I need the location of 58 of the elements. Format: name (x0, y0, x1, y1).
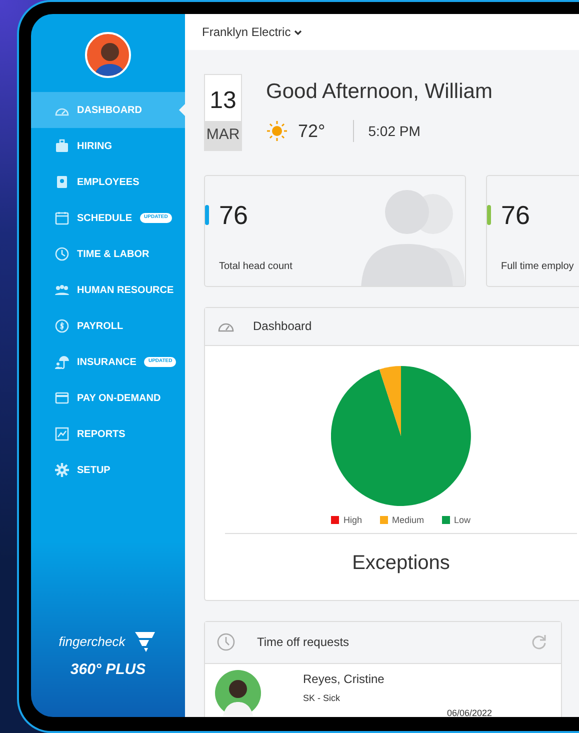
sidebar-item[interactable]: DASHBOARD (31, 92, 185, 128)
nav-label: HUMAN RESOURCE (77, 284, 174, 298)
nav-label: REPORTS (77, 428, 126, 442)
nav-label: DASHBOARD (77, 104, 142, 118)
temperature: 72° (298, 120, 326, 142)
panel-title: Dashboard (253, 318, 312, 335)
nav-icon (55, 211, 69, 225)
nav-icon (55, 427, 69, 441)
date-month: MAR (205, 121, 241, 150)
stat-label: Total head count (219, 260, 292, 272)
nav-icon (55, 175, 69, 189)
legend-label: Low (454, 514, 471, 526)
nav-label: SETUP (77, 464, 110, 478)
nav-icon (55, 355, 69, 369)
chart-caption: Exceptions (352, 552, 450, 574)
nav-icon (55, 463, 69, 477)
sidebar-item[interactable]: HIRING (31, 128, 185, 164)
nav-icon (55, 139, 69, 153)
date-day: 13 (205, 75, 241, 121)
refresh-icon[interactable] (531, 634, 547, 650)
sidebar-item[interactable]: EMPLOYEES (31, 164, 185, 200)
request-date: 06/06/2022 (447, 707, 492, 717)
sidebar-item[interactable]: SETUP (31, 452, 185, 488)
nav-icon (55, 283, 69, 297)
nav-label: PAY ON-DEMAND (77, 392, 161, 406)
sidebar-item[interactable]: HUMAN RESOURCE (31, 272, 185, 308)
stat-label: Full time employ (501, 260, 574, 272)
request-type: SK - Sick (303, 692, 340, 704)
logo-icon (133, 630, 158, 652)
nav-icon (55, 247, 69, 261)
panel-title: Time off requests (257, 634, 350, 651)
sidebar-item[interactable]: PAY ON-DEMAND (31, 380, 185, 416)
stat-value: 76 (219, 198, 248, 232)
nav-icon (55, 319, 69, 333)
nav-label: SCHEDULE (77, 212, 132, 226)
legend-label: Medium (392, 514, 424, 526)
nav-label: TIME & LABOR (77, 248, 150, 262)
nav-label: INSURANCE (77, 356, 136, 370)
time-text: 5:02 PM (368, 122, 420, 140)
nav-icon (55, 391, 69, 405)
nav-label: EMPLOYEES (77, 176, 140, 190)
sidebar-item[interactable]: TIME & LABOR (31, 236, 185, 272)
legend-label: High (343, 514, 362, 527)
clock-icon (217, 633, 235, 651)
sidebar-item[interactable]: PAYROLL (31, 308, 185, 344)
company-dropdown[interactable]: Franklyn Electric (202, 23, 302, 41)
brand-logo-text: fingercheck (58, 632, 126, 651)
avatar (85, 32, 131, 78)
nav-label: PAYROLL (77, 320, 124, 334)
edition-label: 360° PLUS (69, 660, 147, 680)
sidebar-item[interactable]: REPORTS (31, 416, 185, 452)
requester-name: Reyes, Cristine (303, 670, 384, 688)
stat-value: 76 (501, 198, 530, 232)
nav-label: HIRING (77, 140, 112, 154)
greeting-text: Good Afternoon, William (266, 79, 492, 105)
caret-icon (294, 30, 302, 36)
request-row[interactable]: Reyes, Cristine SK - Sick 06/06/2022 (205, 664, 561, 717)
sun-icon (266, 120, 288, 142)
